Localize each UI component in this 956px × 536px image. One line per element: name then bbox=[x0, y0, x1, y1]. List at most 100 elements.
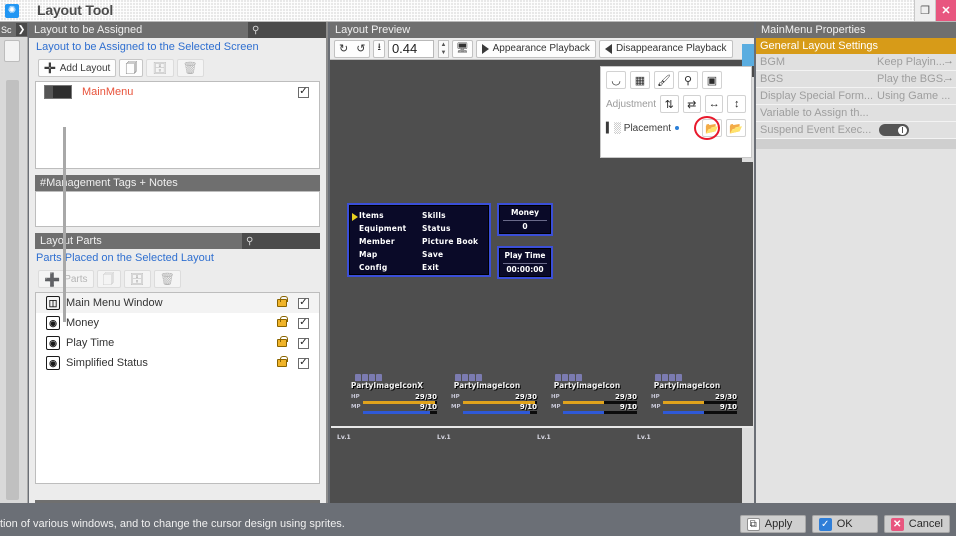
assigned-layout-header: Layout to be Assigned ⚲ bbox=[29, 22, 326, 38]
table-row[interactable]: ◉ Simplified Status ✓ bbox=[36, 353, 319, 373]
rail-scrollbar[interactable] bbox=[6, 80, 19, 500]
party-member[interactable]: PartyImageIcon HP 29/30 Lv.1 MP 9/10 bbox=[637, 374, 737, 422]
property-value[interactable]: Keep Playin... → bbox=[873, 54, 956, 70]
suspend-event-toggle[interactable] bbox=[879, 124, 909, 136]
placement-label: Placement bbox=[624, 123, 671, 134]
zoom-up-icon[interactable]: ▲ bbox=[439, 41, 448, 49]
swap-horizontal-icon[interactable]: ⇄ bbox=[683, 95, 701, 113]
left-list-scrollbar[interactable] bbox=[63, 127, 66, 322]
management-tags-top-input[interactable] bbox=[35, 191, 320, 227]
party-member[interactable]: PartyImageIconX HP 29/30 Lv.1 MP 9/10 bbox=[337, 374, 437, 422]
play-time-window[interactable]: Play Time 00:00:00 bbox=[497, 246, 553, 279]
menu-item-exit[interactable]: Exit bbox=[422, 261, 485, 274]
money-window[interactable]: Money 0 bbox=[497, 203, 553, 236]
party-member[interactable]: PartyImageIcon HP 29/30 Lv.1 MP 9/10 bbox=[437, 374, 537, 422]
part-visible-checkbox[interactable]: ✓ bbox=[298, 318, 309, 329]
part-visible-checkbox[interactable]: ✓ bbox=[298, 338, 309, 349]
list-item[interactable]: MainMenu ✓ bbox=[36, 82, 319, 102]
menu-item-equipment[interactable]: Equipment bbox=[359, 222, 422, 235]
assigned-layout-search-input[interactable]: ⚲ bbox=[248, 22, 326, 38]
part-icon: ◉ bbox=[46, 356, 60, 370]
general-layout-settings-section[interactable]: General Layout Settings bbox=[756, 38, 956, 54]
property-value[interactable] bbox=[873, 105, 956, 121]
disappearance-playback-button[interactable]: Disappearance Playback bbox=[599, 40, 733, 58]
layout-parts-list[interactable]: ◫ Main Menu Window ✓ ◉ Money ✓ ◉ Play Ti… bbox=[35, 292, 320, 484]
game-screen-preview[interactable]: Items Skills Equipment Status Member Pic… bbox=[331, 162, 753, 428]
menu-item-items[interactable]: Items bbox=[359, 209, 422, 222]
mp-fill bbox=[563, 411, 604, 414]
assigned-layout-title: Layout to be Assigned bbox=[34, 24, 142, 36]
cancel-button[interactable]: ✕ Cancel bbox=[884, 515, 950, 533]
rail-tab-icon[interactable] bbox=[4, 40, 20, 62]
property-value[interactable] bbox=[873, 122, 956, 138]
undo-icon[interactable]: ↺ bbox=[352, 41, 369, 57]
magnet-icon[interactable]: ◡ bbox=[606, 71, 626, 89]
part-visible-checkbox[interactable]: ✓ bbox=[298, 358, 309, 369]
layout-parts-search-input[interactable]: ⚲ bbox=[242, 233, 320, 249]
part-visible-checkbox[interactable]: ✓ bbox=[298, 298, 309, 309]
adjustment-align-row: Adjustment ⇅ ⇄ ↔ ↕ bbox=[606, 95, 746, 113]
lock-icon[interactable] bbox=[277, 319, 287, 327]
zoom-down-icon[interactable]: ▼ bbox=[439, 49, 448, 57]
layout-visible-checkbox[interactable]: ✓ bbox=[298, 87, 309, 98]
redo-icon[interactable]: ↻ bbox=[335, 41, 352, 57]
property-row-bgm[interactable]: BGM Keep Playin... → bbox=[756, 54, 956, 71]
property-row-variable-to-assign[interactable]: Variable to Assign th... bbox=[756, 105, 956, 122]
monitor-button[interactable]: 🖥 bbox=[452, 40, 473, 58]
lock-icon[interactable] bbox=[277, 359, 287, 367]
table-row[interactable]: ◉ Play Time ✓ bbox=[36, 333, 319, 353]
property-value[interactable]: Play the BGS. → bbox=[873, 71, 956, 87]
zoom-stepper[interactable]: ▲ ▼ bbox=[438, 40, 449, 58]
hp-bar: HP 29/30 bbox=[351, 394, 437, 403]
copy-layout-button[interactable]: 🗍 bbox=[119, 59, 143, 77]
layout-preview-header: Layout Preview bbox=[330, 22, 754, 38]
mp-track bbox=[663, 411, 737, 414]
fit-height-icon[interactable]: ↕ bbox=[727, 95, 745, 113]
property-value[interactable]: Using Game ... bbox=[873, 88, 956, 104]
add-layout-button[interactable]: ✛ Add Layout bbox=[38, 59, 116, 77]
red-circle-highlight bbox=[694, 116, 720, 140]
property-row-suspend-event-exec[interactable]: Suspend Event Exec... bbox=[756, 122, 956, 139]
pin-icon[interactable]: ⚲ bbox=[678, 71, 698, 89]
play-time-label: Play Time bbox=[499, 251, 551, 260]
party-state-icons bbox=[355, 374, 382, 381]
grid-icon[interactable]: ▦ bbox=[630, 71, 650, 89]
lock-icon[interactable] bbox=[277, 339, 287, 347]
chevron-right-icon[interactable]: → bbox=[943, 55, 954, 67]
property-row-bgs[interactable]: BGS Play the BGS. → bbox=[756, 71, 956, 88]
play-time-value: 00:00:00 bbox=[499, 265, 551, 274]
maximize-button[interactable]: ❐ bbox=[914, 0, 935, 21]
expand-rail-icon[interactable]: ❯ bbox=[16, 23, 27, 36]
scrollbar-thumb[interactable] bbox=[742, 44, 754, 66]
lock-icon[interactable] bbox=[277, 299, 287, 307]
ok-button[interactable]: ✓ OK bbox=[812, 515, 878, 533]
chevron-right-icon[interactable]: → bbox=[943, 72, 954, 84]
mp-bar: Lv.1 MP 9/10 bbox=[451, 404, 537, 413]
main-menu-window[interactable]: Items Skills Equipment Status Member Pic… bbox=[347, 203, 491, 277]
menu-item-save[interactable]: Save bbox=[422, 248, 485, 261]
brush-icon[interactable]: 🖌 bbox=[654, 71, 674, 89]
layout-icon[interactable]: ▣ bbox=[702, 71, 722, 89]
close-button[interactable]: ✕ bbox=[935, 0, 956, 21]
menu-item-skills[interactable]: Skills bbox=[422, 209, 485, 222]
party-member[interactable]: PartyImageIcon HP 29/30 Lv.1 MP 9/10 bbox=[537, 374, 637, 422]
party-status-row: PartyImageIconX HP 29/30 Lv.1 MP 9/10 bbox=[337, 374, 747, 422]
appearance-playback-button[interactable]: Appearance Playback bbox=[476, 40, 596, 58]
menu-item-member[interactable]: Member bbox=[359, 235, 422, 248]
apply-button[interactable]: ⧉ Apply bbox=[740, 515, 806, 533]
hp-bar: HP 29/30 bbox=[451, 394, 537, 403]
fit-to-screen-button[interactable]: ⭳ bbox=[373, 40, 385, 58]
table-row[interactable]: ◫ Main Menu Window ✓ bbox=[36, 293, 319, 313]
menu-item-config[interactable]: Config bbox=[359, 261, 422, 274]
menu-item-status[interactable]: Status bbox=[422, 222, 485, 235]
swap-vertical-icon[interactable]: ⇅ bbox=[660, 95, 678, 113]
menu-item-picture-book[interactable]: Picture Book bbox=[422, 235, 485, 248]
send-backward-icon[interactable]: 📂 bbox=[726, 119, 746, 137]
property-row-display-special-format[interactable]: Display Special Form... Using Game ... bbox=[756, 88, 956, 105]
trash-icon: 🗑 bbox=[183, 62, 198, 74]
menu-item-map[interactable]: Map bbox=[359, 248, 422, 261]
table-row[interactable]: ◉ Money ✓ bbox=[36, 313, 319, 333]
zoom-input[interactable]: 0.44 bbox=[388, 40, 434, 58]
fit-width-icon[interactable]: ↔ bbox=[705, 95, 723, 113]
assigned-layout-list[interactable]: MainMenu ✓ bbox=[35, 81, 320, 169]
